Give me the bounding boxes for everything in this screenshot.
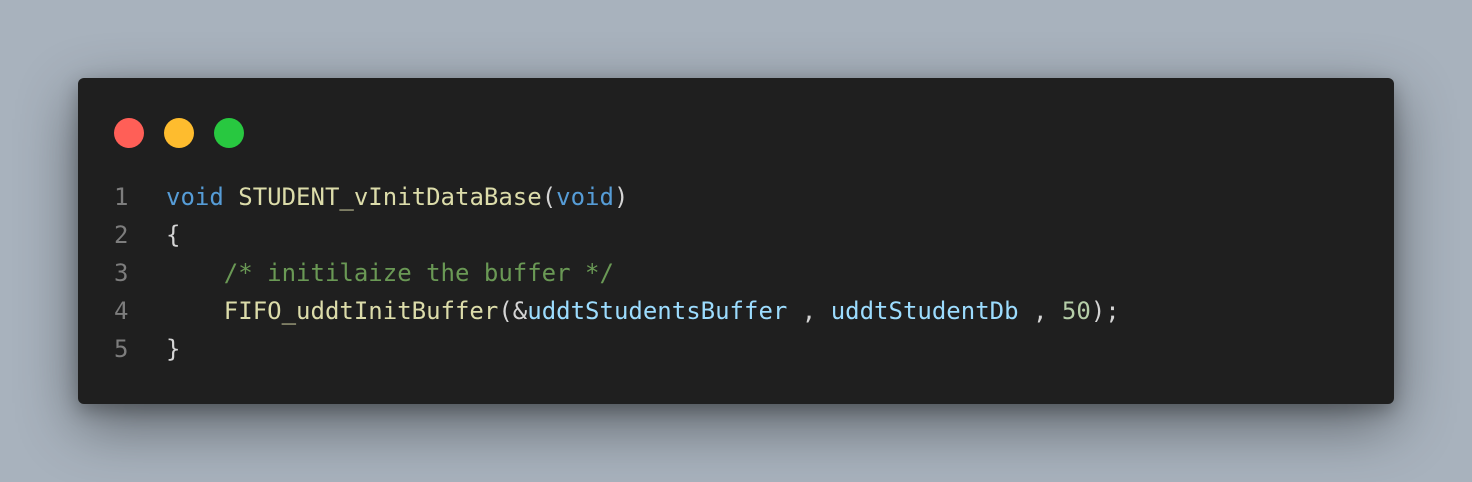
line-number: 5 <box>114 335 129 363</box>
code-token-comment: /* initilaize the buffer */ <box>223 259 614 287</box>
code-text: void STUDENT_vInitDataBase(void) <box>166 178 1394 216</box>
code-token-keyword: void <box>166 183 224 211</box>
code-token-default: ); <box>1090 297 1120 325</box>
line-number: 3 <box>114 259 129 287</box>
code-token-keyword: void <box>556 183 614 211</box>
code-token-default: { <box>166 221 181 249</box>
code-text: { <box>166 216 1394 254</box>
code-token-default: ( <box>541 183 557 211</box>
code-line: 1 void STUDENT_vInitDataBase(void) <box>78 178 1394 216</box>
code-token-default: , <box>787 297 831 325</box>
code-text: FIFO_uddtInitBuffer(&uddtStudentsBuffer … <box>166 292 1394 330</box>
code-token-default: ) <box>613 183 629 211</box>
code-line: 2{ <box>78 216 1394 254</box>
code-line: 5} <box>78 330 1394 368</box>
code-token-function: FIFO_uddtInitBuffer <box>223 297 499 325</box>
window-controls <box>114 118 244 148</box>
code-token-default: , <box>1018 297 1062 325</box>
line-number: 4 <box>114 297 129 325</box>
code-line: 4 FIFO_uddtInitBuffer(&uddtStudentsBuffe… <box>78 292 1394 330</box>
code-token-default <box>224 183 238 211</box>
line-number: 1 <box>114 183 129 211</box>
line-number: 2 <box>114 221 129 249</box>
code-token-default: (& <box>498 297 528 325</box>
code-token-variable: uddtStudentDb <box>830 297 1019 325</box>
code-token-number: 50 <box>1061 297 1091 325</box>
code-token-function: STUDENT_vInitDataBase <box>238 183 542 211</box>
code-text: /* initilaize the buffer */ <box>166 254 1394 292</box>
code-token-default: } <box>166 335 181 363</box>
code-token-default <box>166 297 224 325</box>
code-token-default <box>166 259 224 287</box>
code-line: 3 /* initilaize the buffer */ <box>78 254 1394 292</box>
code-window: 1 void STUDENT_vInitDataBase(void) 2{3 /* … <box>78 78 1394 404</box>
close-icon[interactable] <box>114 118 144 148</box>
code-block: 1 void STUDENT_vInitDataBase(void) 2{3 /* … <box>78 178 1394 368</box>
code-token-variable: uddtStudentsBuffer <box>527 297 788 325</box>
maximize-icon[interactable] <box>214 118 244 148</box>
minimize-icon[interactable] <box>164 118 194 148</box>
code-text: } <box>166 330 1394 368</box>
